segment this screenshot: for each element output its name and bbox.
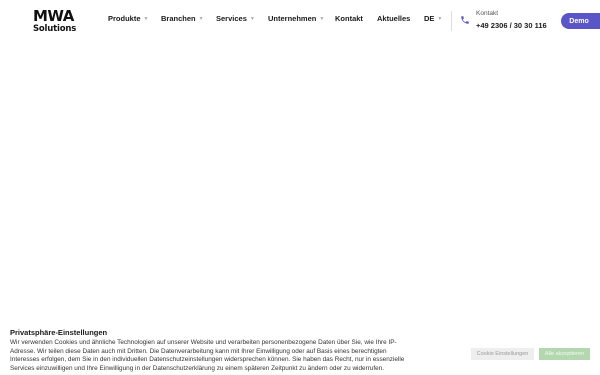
chevron-down-icon: ▼ bbox=[198, 16, 204, 22]
nav-label: Aktuelles bbox=[377, 14, 411, 23]
logo-line2: Solutions bbox=[33, 24, 77, 34]
nav-label: Kontakt bbox=[335, 14, 363, 23]
nav-item-unternehmen[interactable]: Unternehmen ▼ bbox=[268, 14, 324, 23]
cookie-settings-button[interactable]: Cookie Einstellungen bbox=[471, 348, 534, 360]
chevron-down-icon: ▼ bbox=[437, 16, 443, 22]
cookie-text: Wir verwenden Cookies und ähnliche Techn… bbox=[10, 339, 405, 372]
cookie-banner: Privatsphäre-Einstellungen Wir verwenden… bbox=[0, 322, 600, 375]
language-label: DE bbox=[424, 14, 435, 23]
chevron-down-icon: ▼ bbox=[143, 16, 149, 22]
chevron-down-icon: ▼ bbox=[249, 16, 255, 22]
nav-label: Services bbox=[216, 14, 247, 23]
demo-button[interactable]: Demo bbox=[561, 13, 600, 29]
nav-item-services[interactable]: Services ▼ bbox=[216, 14, 255, 23]
chevron-down-icon: ▼ bbox=[319, 16, 325, 22]
nav-item-branchen[interactable]: Branchen ▼ bbox=[161, 14, 204, 23]
site-header: MWA Solutions Produkte ▼ Branchen ▼ Servic… bbox=[0, 0, 600, 44]
contact-label: Kontakt bbox=[476, 10, 499, 17]
nav-label: Branchen bbox=[161, 14, 196, 23]
logo-line1: MWA bbox=[33, 7, 74, 25]
nav-label: Produkte bbox=[108, 14, 141, 23]
phone-icon[interactable] bbox=[460, 15, 470, 25]
logo[interactable]: MWA Solutions bbox=[33, 9, 81, 34]
language-selector[interactable]: DE ▼ bbox=[424, 14, 442, 23]
accept-all-button[interactable]: Alle akzeptieren bbox=[539, 348, 590, 360]
nav-item-kontakt[interactable]: Kontakt bbox=[335, 14, 363, 23]
nav-item-produkte[interactable]: Produkte ▼ bbox=[108, 14, 148, 23]
nav-label: Unternehmen bbox=[268, 14, 317, 23]
nav-divider bbox=[451, 11, 452, 31]
nav-item-aktuelles[interactable]: Aktuelles bbox=[377, 14, 410, 23]
contact-phone-link[interactable]: +49 2306 / 30 30 116 bbox=[476, 21, 547, 30]
cookie-title: Privatsphäre-Einstellungen bbox=[10, 328, 108, 337]
